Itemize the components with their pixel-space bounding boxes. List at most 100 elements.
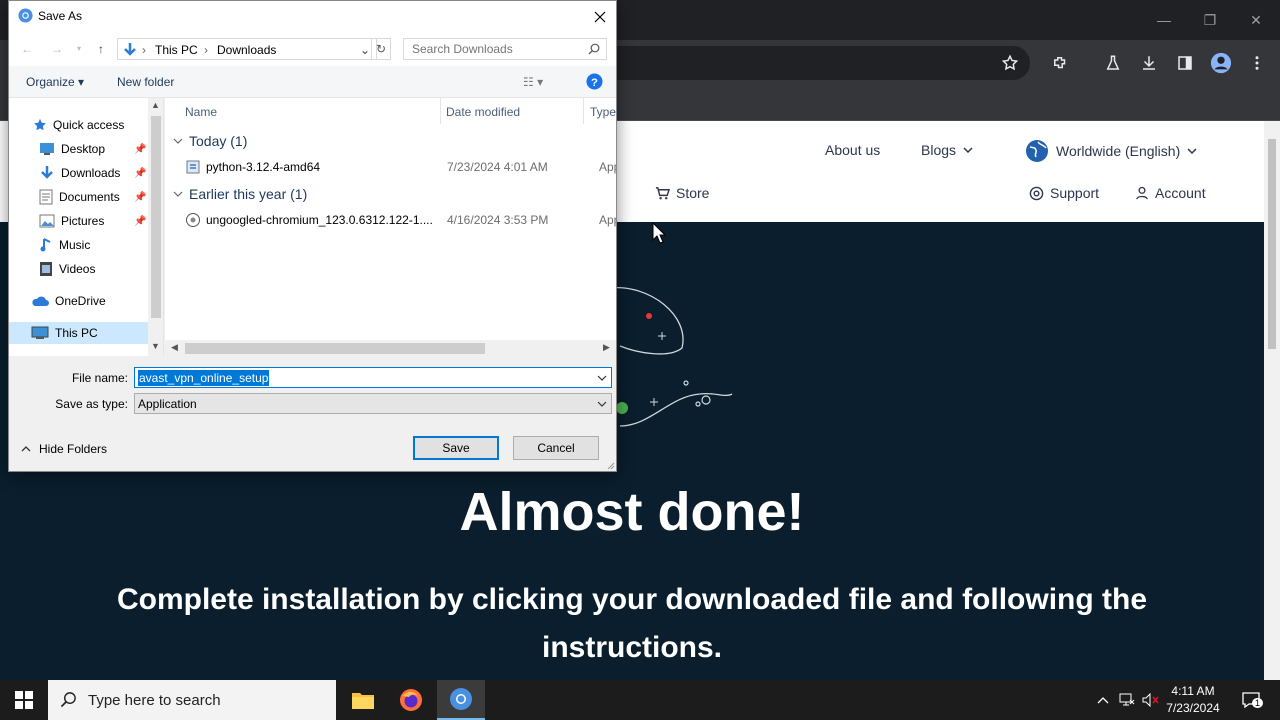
blogs-link[interactable]: Blogs — [921, 142, 974, 158]
chevron-down-icon[interactable] — [597, 374, 607, 382]
support-icon — [1029, 186, 1044, 200]
nav-pane-scrollbar[interactable]: ▲ ▼ — [148, 98, 163, 356]
column-header-name[interactable]: Name — [185, 105, 217, 119]
nav-item-onedrive[interactable]: OneDrive — [31, 290, 106, 312]
chevron-up-icon — [21, 446, 31, 452]
column-divider[interactable] — [440, 98, 441, 124]
chevron-down-icon — [1187, 148, 1197, 155]
extensions-icon[interactable] — [1048, 51, 1072, 75]
side-panel-icon[interactable] — [1173, 51, 1197, 75]
nav-item-pictures[interactable]: Pictures — [39, 210, 104, 232]
cancel-button[interactable]: Cancel — [513, 436, 599, 460]
address-row: ← → ▾ ↑ › This PC › Downloads ⌄ ↻ — [9, 32, 616, 66]
dialog-close-button[interactable] — [584, 1, 616, 32]
system-clock[interactable]: 4:11 AM 7/23/2024 — [1158, 683, 1228, 717]
file-list-hscrollbar-thumb[interactable] — [185, 343, 485, 354]
save-button[interactable]: Save — [413, 436, 499, 460]
chevron-down-icon — [173, 191, 183, 197]
labs-icon[interactable] — [1101, 51, 1125, 75]
search-input[interactable] — [404, 39, 584, 59]
taskbar-search-box[interactable]: Type here to search — [48, 680, 336, 720]
scroll-up-icon[interactable]: ▲ — [151, 100, 160, 110]
search-box[interactable] — [403, 38, 607, 60]
cart-icon — [655, 186, 670, 199]
forward-arrow-icon[interactable]: → — [49, 41, 65, 57]
dialog-title: Save As — [38, 9, 83, 23]
nav-item-quick-access[interactable]: Quick access — [33, 114, 124, 136]
cloud-icon — [32, 296, 49, 306]
about-us-link[interactable]: About us — [825, 142, 880, 158]
nav-label: Documents — [59, 190, 120, 204]
network-icon[interactable] — [1116, 680, 1138, 720]
scroll-down-icon[interactable]: ▼ — [151, 341, 160, 351]
breadcrumb-downloads[interactable]: Downloads — [217, 43, 276, 57]
organize-button[interactable]: Organize ▾ — [26, 75, 84, 89]
column-divider[interactable] — [583, 98, 584, 124]
address-bar[interactable] — [560, 46, 1030, 80]
column-header-type[interactable]: Type — [590, 105, 616, 119]
installer-icon — [186, 160, 200, 174]
minimize-button[interactable]: — — [1152, 8, 1176, 32]
nav-label: Desktop — [61, 142, 106, 156]
group-header-today[interactable]: Today (1) — [173, 133, 247, 149]
page-scrollbar-thumb[interactable] — [1268, 139, 1276, 349]
help-icon[interactable]: ? — [586, 73, 603, 90]
dialog-title-bar: Save As — [9, 1, 616, 32]
refresh-icon[interactable]: ↻ — [371, 38, 391, 60]
file-list-hscrollbar[interactable]: ◀ ▶ — [165, 340, 616, 357]
hide-folders-button[interactable]: Hide Folders — [21, 442, 107, 456]
store-link[interactable]: Store — [655, 185, 709, 201]
chevron-down-icon[interactable]: ⌄ — [360, 43, 370, 57]
close-window-button[interactable]: ✕ — [1244, 8, 1268, 32]
nav-item-desktop[interactable]: Desktop — [39, 138, 105, 160]
address-box[interactable]: › This PC › Downloads ⌄ — [117, 38, 377, 60]
support-label: Support — [1050, 185, 1100, 201]
file-name-field[interactable]: avast_vpn_online_setup — [134, 367, 612, 388]
menu-icon[interactable] — [1245, 51, 1269, 75]
nav-item-videos[interactable]: Videos — [39, 258, 95, 280]
up-arrow-icon[interactable]: ↑ — [93, 41, 109, 57]
breadcrumb-chevron-icon: › — [142, 43, 146, 57]
recent-locations-icon[interactable]: ▾ — [71, 41, 87, 57]
chrome-taskbar-button[interactable] — [437, 680, 485, 720]
nav-pane-scrollbar-thumb[interactable] — [151, 116, 161, 318]
mouse-cursor-icon — [652, 222, 666, 244]
nav-label: This PC — [55, 326, 98, 340]
support-link[interactable]: Support — [1029, 185, 1099, 201]
scroll-right-icon[interactable]: ▶ — [603, 342, 610, 353]
file-row[interactable]: python-3.12.4-amd64 7/23/2024 4:01 AM Ap… — [185, 156, 616, 178]
chevron-up-icon[interactable] — [1092, 680, 1114, 720]
star-icon[interactable] — [998, 51, 1022, 75]
account-label: Account — [1155, 185, 1206, 201]
start-button[interactable] — [0, 680, 48, 720]
file-type: Appli — [599, 160, 616, 174]
profile-icon[interactable] — [1209, 51, 1233, 75]
view-options-icon[interactable]: ☷ ▾ — [523, 75, 543, 89]
column-header-date[interactable]: Date modified — [446, 105, 520, 119]
group-header-earlier[interactable]: Earlier this year (1) — [173, 186, 307, 202]
file-name-value[interactable]: avast_vpn_online_setup — [138, 370, 270, 386]
file-explorer-button[interactable] — [339, 680, 387, 720]
notification-center-button[interactable]: 1 — [1234, 680, 1268, 720]
new-folder-button[interactable]: New folder — [117, 75, 174, 89]
firefox-button[interactable] — [387, 680, 435, 720]
pin-icon: 📌 — [134, 144, 147, 155]
globe-icon — [1026, 140, 1048, 162]
maximize-button[interactable]: ❐ — [1198, 8, 1222, 32]
back-arrow-icon[interactable]: ← — [19, 41, 35, 57]
nav-item-this-pc[interactable]: This PC — [9, 322, 148, 344]
breadcrumb-this-pc[interactable]: This PC — [155, 43, 198, 57]
save-type-select[interactable]: Application — [134, 393, 612, 414]
region-selector[interactable]: Worldwide (English) — [1024, 138, 1198, 164]
account-link[interactable]: Account — [1135, 185, 1206, 201]
nav-item-documents[interactable]: Documents — [39, 186, 120, 208]
hero-subtitle: Complete installation by clicking your d… — [116, 583, 1148, 664]
decorative-illustration — [609, 287, 733, 427]
page-scrollbar[interactable] — [1264, 121, 1280, 680]
nav-item-music[interactable]: Music — [39, 234, 90, 256]
downloads-icon[interactable] — [1137, 51, 1161, 75]
scroll-left-icon[interactable]: ◀ — [171, 342, 178, 353]
resize-grip-icon[interactable] — [606, 461, 615, 470]
nav-item-downloads[interactable]: Downloads — [39, 162, 120, 184]
file-row[interactable]: ungoogled-chromium_123.0.6312.122-1.... … — [185, 209, 616, 231]
